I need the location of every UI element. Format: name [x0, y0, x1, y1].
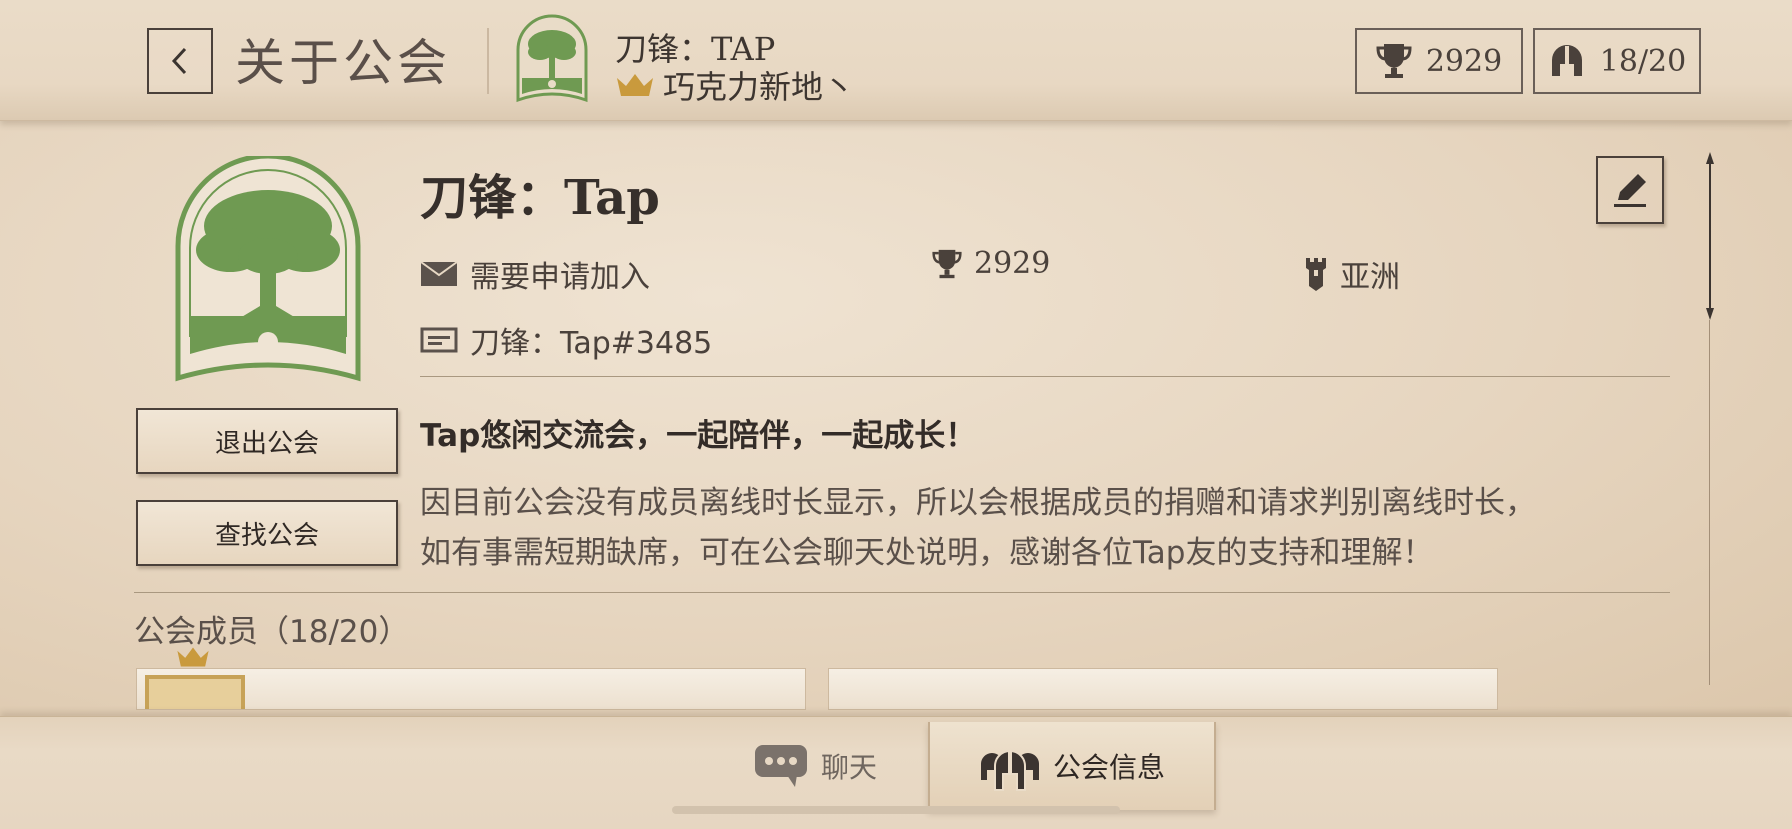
guild-name: 刀锋：Tap: [420, 170, 660, 226]
back-button[interactable]: [147, 28, 213, 94]
home-indicator[interactable]: [672, 806, 1120, 814]
trophy-stat: 2929: [1355, 28, 1523, 94]
divider-bottom: [134, 592, 1670, 593]
chevron-left-icon: [171, 47, 187, 75]
helmet-icon: [1551, 45, 1582, 76]
edit-button[interactable]: [1596, 156, 1664, 224]
pencil-icon: [1614, 174, 1646, 207]
scrollbar[interactable]: [1706, 152, 1714, 320]
guild-emblem-small-icon: [516, 14, 588, 103]
member-rank-badge: [145, 675, 245, 709]
scroll-track: [1709, 320, 1710, 685]
header-owner: 巧克力新地丶: [615, 62, 855, 108]
member-count-value: 18/20: [1599, 43, 1687, 79]
member-card[interactable]: [828, 668, 1498, 710]
leader-crown-icon: [177, 647, 209, 667]
tower-icon: [1306, 258, 1326, 291]
id-card-icon: [420, 327, 458, 353]
tab-guild-info-label: 公会信息: [1052, 751, 1165, 784]
guild-motto: Tap悠闲交流会，一起陪伴，一起成长！: [420, 418, 977, 454]
guild-trophies-value: 2929: [974, 246, 1051, 281]
guild-region: 亚洲: [1304, 252, 1400, 296]
chat-bubble-icon: [754, 745, 807, 787]
guild-emblem-icon: [175, 156, 361, 382]
description-line-1: 因目前公会没有成员离线时长显示，所以会根据成员的捐赠和请求判别离线时长，: [420, 485, 1536, 521]
member-card[interactable]: [136, 668, 806, 710]
page-title: 关于公会: [235, 34, 451, 92]
guild-tag-value: 刀锋：Tap#3485: [470, 326, 713, 361]
tab-chat-label: 聊天: [820, 751, 877, 784]
envelope-icon: [420, 261, 458, 286]
guild-description: 因目前公会没有成员离线时长显示，所以会根据成员的捐赠和请求判别离线时长， 如有事…: [420, 478, 1660, 578]
find-guild-button[interactable]: 查找公会: [136, 500, 398, 566]
helmets-group-icon: [980, 750, 1039, 791]
divider-top: [420, 376, 1670, 377]
guild-tag: 刀锋：Tap#3485: [420, 318, 712, 362]
join-type: 需要申请加入: [420, 252, 650, 296]
trophy-icon: [932, 249, 962, 278]
description-line-2: 如有事需短期缺席，可在公会聊天处说明，感谢各位Tap友的支持和理解！: [420, 535, 1434, 571]
guild-trophies: 2929: [932, 246, 1050, 281]
trophy-icon: [1376, 44, 1412, 78]
tab-guild-info[interactable]: 公会信息: [928, 722, 1216, 810]
leave-guild-button[interactable]: 退出公会: [136, 408, 398, 474]
header-divider: [487, 28, 489, 94]
region-label: 亚洲: [1340, 260, 1400, 295]
owner-name: 巧克力新地丶: [663, 68, 856, 106]
tab-chat[interactable]: 聊天: [700, 722, 930, 810]
crown-icon: [617, 74, 653, 96]
member-count-stat: 18/20: [1533, 28, 1701, 94]
trophy-value: 2929: [1425, 43, 1503, 79]
join-type-label: 需要申请加入: [470, 260, 650, 295]
